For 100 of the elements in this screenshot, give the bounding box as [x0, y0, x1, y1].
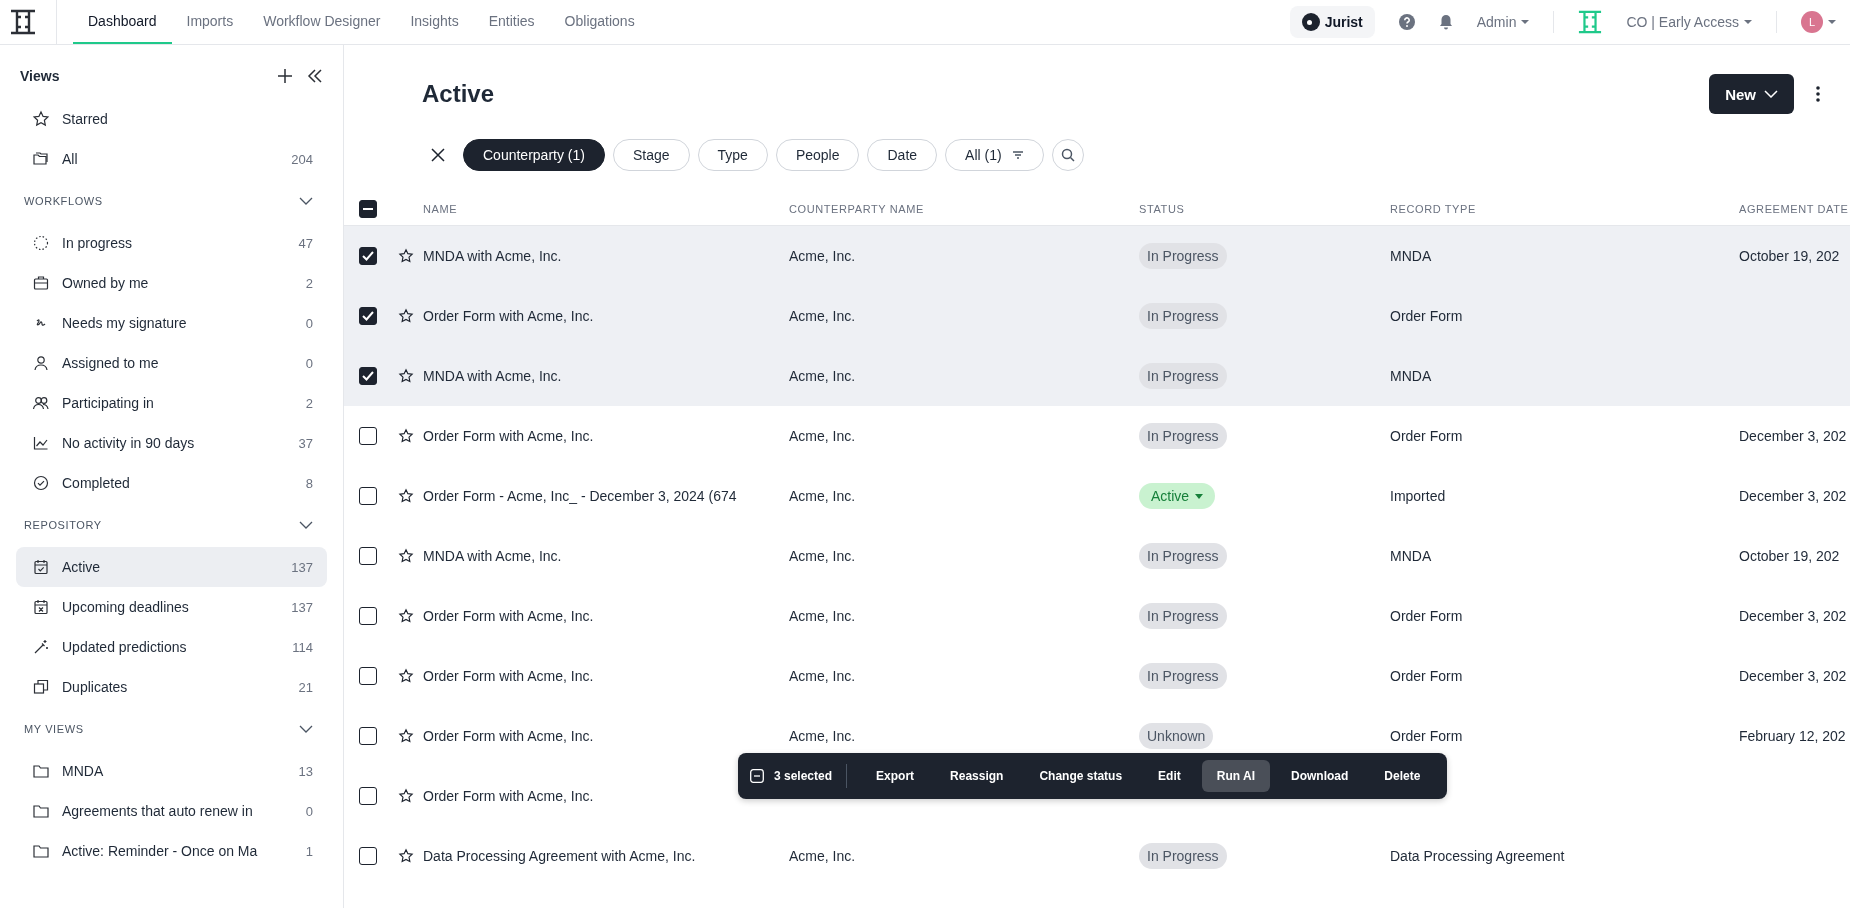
nav-tab[interactable]: Insights: [395, 0, 474, 44]
row-checkbox[interactable]: [359, 607, 377, 625]
nav-tab[interactable]: Imports: [171, 0, 249, 44]
star-icon[interactable]: [398, 548, 414, 564]
person-icon: [32, 354, 50, 372]
row-checkbox[interactable]: [359, 487, 377, 505]
nav-tab[interactable]: Entities: [473, 0, 550, 44]
status-badge[interactable]: In Progress: [1139, 363, 1227, 389]
row-checkbox[interactable]: [359, 787, 377, 805]
star-icon[interactable]: [398, 848, 414, 864]
collapse-icon[interactable]: [307, 68, 323, 84]
sidebar-item[interactable]: No activity in 90 days 37: [16, 423, 327, 463]
status-badge[interactable]: Active: [1139, 483, 1216, 509]
sidebar-item[interactable]: Agreements that auto renew in 0: [16, 791, 327, 831]
star-icon[interactable]: [398, 308, 414, 324]
filter-chip[interactable]: People: [775, 139, 860, 171]
row-checkbox[interactable]: [359, 847, 377, 865]
table-cell[interactable]: Order Form with Acme, Inc.: [423, 428, 594, 444]
filter-chip[interactable]: Stage: [612, 139, 690, 171]
row-checkbox[interactable]: [359, 247, 377, 265]
sidebar-item[interactable]: Active 137: [16, 547, 327, 587]
column-header[interactable]: RECORD TYPE: [1390, 203, 1739, 215]
sidebar-item[interactable]: Completed 8: [16, 463, 327, 503]
row-checkbox[interactable]: [359, 307, 377, 325]
more-icon[interactable]: [1816, 86, 1820, 102]
plus-icon[interactable]: [277, 68, 293, 84]
table-cell[interactable]: Data Processing Agreement with Acme, Inc.: [423, 848, 696, 864]
filter-chip[interactable]: Counterparty (1): [463, 139, 605, 171]
status-badge[interactable]: In Progress: [1139, 603, 1227, 629]
bulk-action-button[interactable]: Change status: [1024, 760, 1138, 792]
status-badge[interactable]: In Progress: [1139, 843, 1227, 869]
table-cell[interactable]: Order Form with Acme, Inc.: [423, 608, 594, 624]
bulk-action-button[interactable]: Export: [861, 760, 930, 792]
nav-tab[interactable]: Workflow Designer: [248, 0, 396, 44]
column-header[interactable]: COUNTERPARTY NAME: [789, 203, 1139, 215]
status-badge[interactable]: In Progress: [1139, 663, 1227, 689]
column-header[interactable]: AGREEMENT DATE: [1739, 203, 1849, 215]
status-badge[interactable]: In Progress: [1139, 543, 1227, 569]
bulk-action-button[interactable]: Reassign: [935, 760, 1019, 792]
table-cell[interactable]: Order Form with Acme, Inc.: [423, 308, 594, 324]
help-icon[interactable]: [1398, 14, 1415, 30]
star-icon[interactable]: [398, 488, 414, 504]
sidebar-item[interactable]: MNDA 13: [16, 751, 327, 791]
nav-tab[interactable]: Obligations: [549, 0, 650, 44]
all-filter-button[interactable]: All (1): [945, 139, 1044, 171]
status-badge[interactable]: Unknown: [1139, 723, 1214, 749]
star-icon[interactable]: [398, 728, 414, 744]
star-icon[interactable]: [398, 668, 414, 684]
table-cell: December 3, 202: [1739, 488, 1847, 504]
bulk-action-button[interactable]: Run AI: [1201, 760, 1270, 792]
sidebar-item[interactable]: Active: Reminder - Once on Ma 1: [16, 831, 327, 871]
deselect-icon[interactable]: [750, 769, 764, 783]
star-icon[interactable]: [398, 368, 414, 384]
bulk-action-button[interactable]: Download: [1276, 760, 1364, 792]
sidebar-item[interactable]: All 204: [16, 139, 327, 179]
search-icon: [1060, 148, 1075, 162]
status-badge[interactable]: In Progress: [1139, 243, 1227, 269]
table-cell[interactable]: Order Form with Acme, Inc.: [423, 728, 594, 744]
row-checkbox[interactable]: [359, 727, 377, 745]
bulk-action-button[interactable]: Edit: [1143, 760, 1196, 792]
star-icon[interactable]: [398, 788, 414, 804]
row-checkbox[interactable]: [359, 667, 377, 685]
sidebar-item[interactable]: Needs my signature 0: [16, 303, 327, 343]
sidebar-item[interactable]: Duplicates 21: [16, 667, 327, 707]
table-cell[interactable]: Order Form - Acme, Inc_ - December 3, 2024 (674: [423, 488, 737, 504]
search-button[interactable]: [1051, 139, 1084, 171]
nav-tab[interactable]: Dashboard: [73, 0, 172, 44]
sidebar-item[interactable]: Updated predictions 114: [16, 627, 327, 667]
column-header[interactable]: STATUS: [1139, 203, 1390, 215]
sidebar-item[interactable]: Upcoming deadlines 137: [16, 587, 327, 627]
select-all-checkbox[interactable]: [359, 200, 377, 218]
filter-chip[interactable]: Date: [867, 139, 938, 171]
admin-menu[interactable]: Admin: [1476, 14, 1530, 30]
workspace-menu[interactable]: CO | Early Access: [1626, 14, 1752, 30]
close-icon[interactable]: [431, 148, 445, 162]
column-header[interactable]: NAME: [423, 203, 789, 215]
star-icon[interactable]: [398, 428, 414, 444]
star-icon[interactable]: [398, 248, 414, 264]
row-checkbox[interactable]: [359, 547, 377, 565]
bulk-action-button[interactable]: Delete: [1369, 760, 1436, 792]
table-cell[interactable]: MNDA with Acme, Inc.: [423, 368, 562, 384]
filter-chip[interactable]: Type: [697, 139, 768, 171]
table-cell[interactable]: MNDA with Acme, Inc.: [423, 248, 562, 264]
table-cell[interactable]: Order Form with Acme, Inc.: [423, 668, 594, 684]
sidebar-item[interactable]: In progress 47: [16, 223, 327, 263]
sidebar-item[interactable]: Participating in 2: [16, 383, 327, 423]
status-badge[interactable]: In Progress: [1139, 423, 1227, 449]
row-checkbox[interactable]: [359, 427, 377, 445]
sidebar-item[interactable]: Assigned to me 0: [16, 343, 327, 383]
sidebar-item[interactable]: Owned by me 2: [16, 263, 327, 303]
jurist-button[interactable]: Jurist: [1289, 6, 1375, 38]
new-button[interactable]: New: [1709, 74, 1794, 114]
bell-icon[interactable]: [1438, 14, 1453, 30]
table-cell[interactable]: MNDA with Acme, Inc.: [423, 548, 562, 564]
table-cell: MNDA: [1390, 248, 1432, 264]
sidebar-item[interactable]: Starred: [16, 99, 327, 139]
row-checkbox[interactable]: [359, 367, 377, 385]
star-icon[interactable]: [398, 608, 414, 624]
table-cell[interactable]: Order Form with Acme, Inc.: [423, 788, 594, 804]
status-badge[interactable]: In Progress: [1139, 303, 1227, 329]
